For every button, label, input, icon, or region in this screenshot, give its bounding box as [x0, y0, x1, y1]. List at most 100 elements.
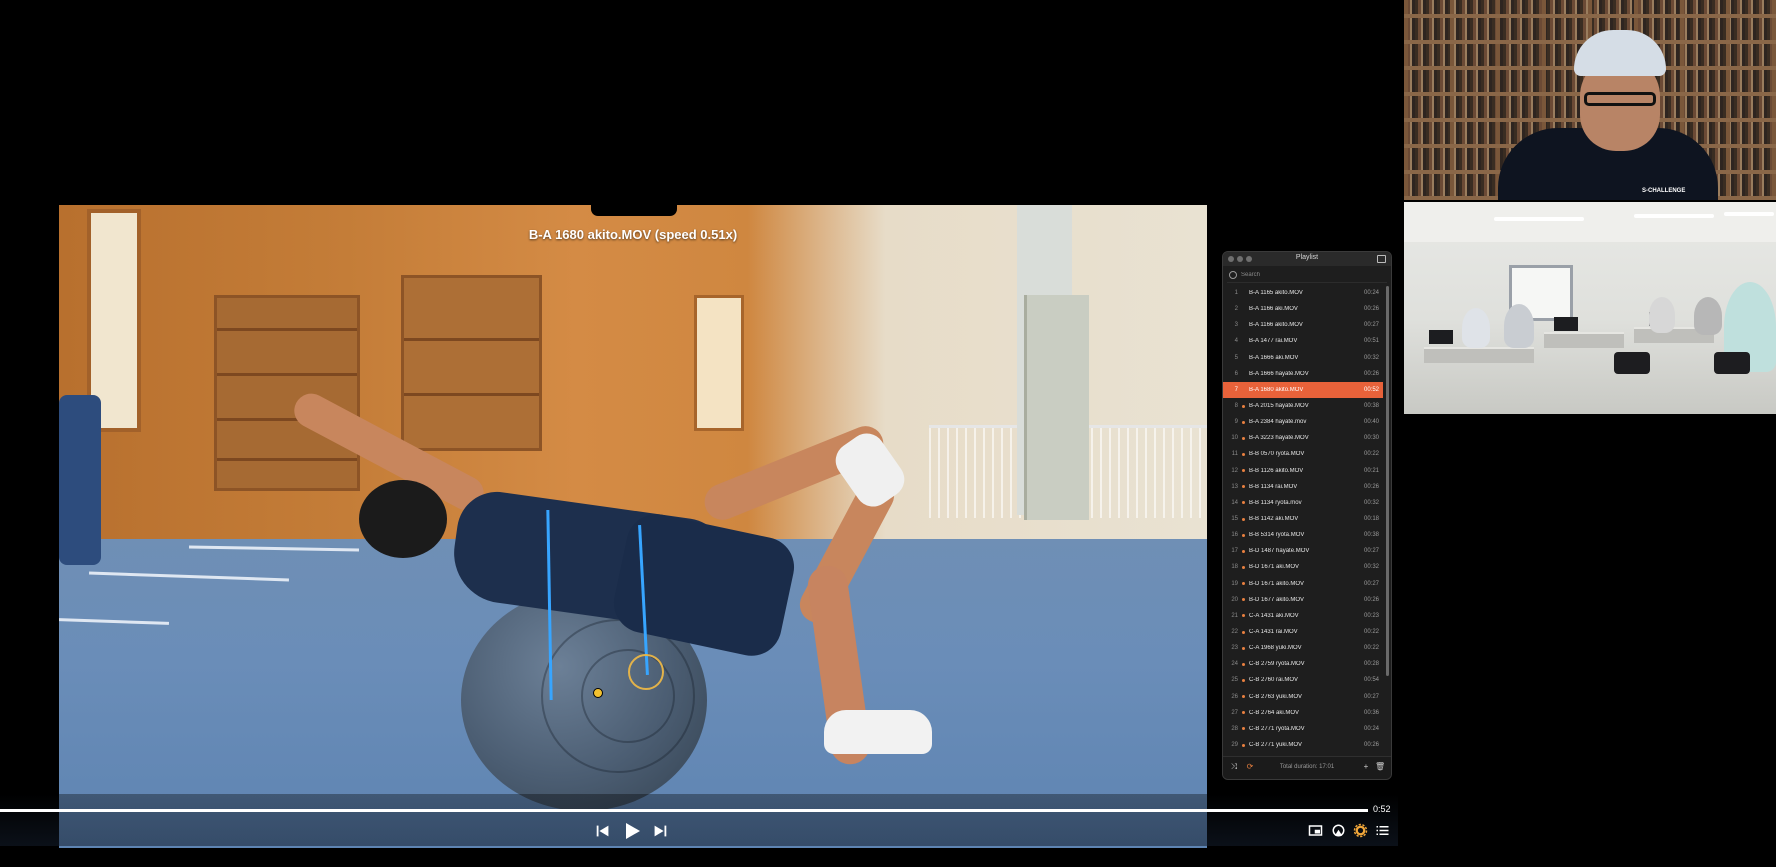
classroom-chair	[1714, 352, 1750, 374]
playlist-item-number: 13	[1231, 483, 1238, 490]
playlist-item-name: C-A 1431 aki.MOV	[1249, 612, 1299, 619]
playlist-item-number: 17	[1231, 548, 1238, 555]
playlist-item-name: B-A 3223 hayate.MOV	[1249, 435, 1309, 442]
playlist-item-duration: 00:30	[1363, 435, 1379, 442]
classroom-monitor	[1554, 317, 1578, 331]
unplayed-dot-icon	[1242, 517, 1245, 521]
play-icon[interactable]	[622, 821, 642, 841]
playlist-item[interactable]: 28 C-B 2771 ryota.MOV 00:24	[1223, 721, 1383, 737]
video-pillar-pad	[1024, 295, 1089, 520]
playlist-item-number: 16	[1231, 532, 1238, 539]
search-icon	[1229, 271, 1237, 279]
playlist-window: Playlist 1 B-A 1165 akito.MOV 00:24 2 B-A 11…	[1222, 251, 1392, 780]
picture-in-picture-icon[interactable]	[1308, 823, 1323, 838]
playlist-item[interactable]: 7 B-A 1680 akito.MOV 00:52	[1223, 381, 1383, 398]
playlist-item[interactable]: 11 B-B 0570 ryota.MOV 00:22	[1223, 446, 1383, 462]
playlist-item[interactable]: 3 B-A 1166 akito.MOV 00:27	[1223, 317, 1383, 333]
playlist-item[interactable]: 22 C-A 1431 rai.MOV 00:22	[1223, 624, 1383, 640]
unplayed-dot-icon	[1242, 565, 1245, 569]
playlist-item[interactable]: 29 C-B 2771 yuki.MOV 00:26	[1223, 737, 1383, 748]
playlist-item[interactable]: 19 B-D 1671 akito.MOV 00:27	[1223, 576, 1383, 592]
unplayed-dot-icon	[1242, 727, 1245, 731]
playlist-item-name: B-A 1680 akito.MOV	[1249, 386, 1304, 393]
trash-icon[interactable]: 🗑	[1375, 762, 1385, 772]
athlete-head	[359, 480, 447, 558]
gear-icon[interactable]	[1353, 823, 1368, 838]
progress-bar[interactable]	[0, 809, 1368, 812]
unplayed-dot-icon	[1242, 662, 1245, 666]
playlist-item-duration: 00:51	[1363, 338, 1379, 345]
video-frame[interactable]: B-A 1680 akito.MOV (speed 0.51x)	[59, 205, 1207, 848]
playlist-item-name: B-B 1126 akito.MOV	[1249, 467, 1304, 474]
playlist-item[interactable]: 26 C-B 2763 yuki.MOV 00:27	[1223, 689, 1383, 705]
playlist-item[interactable]: 18 B-D 1671 aki.MOV 00:32	[1223, 559, 1383, 575]
playlist-item[interactable]: 21 C-A 1431 aki.MOV 00:23	[1223, 608, 1383, 624]
playlist-item-duration: 00:21	[1363, 467, 1379, 474]
playlist-titlebar[interactable]: Playlist	[1223, 252, 1391, 266]
playlist-item[interactable]: 27 C-B 2764 aki.MOV 00:36	[1223, 705, 1383, 721]
playlist-item-duration: 00:26	[1363, 483, 1379, 490]
playlist-item-number: 27	[1231, 709, 1238, 716]
playlist-item-number: 14	[1231, 499, 1238, 506]
playlist-item-duration: 00:18	[1363, 516, 1379, 523]
unplayed-dot-icon	[1242, 582, 1245, 586]
playlist-item-number: 29	[1231, 742, 1238, 748]
classroom-desk	[1424, 347, 1534, 363]
playlist-item-number: 25	[1231, 677, 1238, 684]
playlist-item-name: C-A 1431 rai.MOV	[1249, 629, 1298, 636]
playlist-item[interactable]: 23 C-A 1968 yuki.MOV 00:22	[1223, 640, 1383, 656]
window-icon[interactable]	[1377, 255, 1386, 263]
student	[1694, 297, 1722, 335]
playlist-item-duration: 00:27	[1363, 580, 1379, 587]
camera-notch	[591, 205, 677, 216]
playlist-item[interactable]: 8 B-A 2015 hayate.MOV 00:38	[1223, 398, 1383, 414]
tracking-marker[interactable]	[628, 654, 664, 690]
playlist-item-duration: 00:27	[1363, 322, 1379, 329]
shirt-logo: S-CHALLENGE	[1642, 188, 1686, 194]
playlist-item[interactable]: 5 B-A 1666 aki.MOV 00:32	[1223, 350, 1383, 366]
skip-forward-icon[interactable]	[651, 822, 669, 840]
playlist-item[interactable]: 20 B-D 1677 akito.MOV 00:26	[1223, 592, 1383, 608]
playlist-item-duration: 00:22	[1363, 645, 1379, 652]
playlist-item-name: C-B 2760 rai.MOV	[1249, 677, 1299, 684]
tracking-point[interactable]	[593, 688, 603, 698]
list-icon[interactable]	[1375, 823, 1390, 838]
playlist-item-number: 3	[1234, 322, 1238, 329]
playlist-scrollbar[interactable]	[1386, 286, 1389, 676]
playlist-item-number: 10	[1231, 435, 1238, 442]
playlist-footer: ⤨ ⟳ Total duration: 17:01 + 🗑	[1223, 756, 1391, 779]
airplay-icon[interactable]	[1331, 823, 1346, 838]
playlist-item-number: 24	[1231, 661, 1238, 668]
playlist-item-duration: 00:27	[1363, 548, 1379, 555]
playlist-item[interactable]: 14 B-B 1134 ryota.mov 00:32	[1223, 495, 1383, 511]
playlist-item[interactable]: 13 B-B 1134 rai.MOV 00:26	[1223, 479, 1383, 495]
playlist-item-name: C-B 2764 aki.MOV	[1249, 709, 1300, 716]
playlist-item[interactable]: 16 B-B 5314 ryota.MOV 00:38	[1223, 527, 1383, 543]
playlist-item[interactable]: 1 B-A 1165 akito.MOV 00:24	[1223, 285, 1383, 301]
time-label: 0:52	[1373, 804, 1391, 814]
playlist-item-number: 23	[1231, 645, 1238, 652]
playlist-item[interactable]: 12 B-B 1126 akito.MOV 00:21	[1223, 463, 1383, 479]
playlist-search	[1227, 268, 1387, 283]
playlist-item[interactable]: 9 B-A 2384 hayate.mov 00:40	[1223, 414, 1383, 430]
unplayed-dot-icon	[1242, 598, 1245, 602]
playlist-item[interactable]: 24 C-B 2759 ryota.MOV 00:28	[1223, 656, 1383, 672]
playlist-item-name: B-B 1134 ryota.mov	[1249, 499, 1302, 506]
playlist-item[interactable]: 4 B-A 1477 rai.MOV 00:51	[1223, 333, 1383, 349]
playlist-item-name: B-D 1677 akito.MOV	[1249, 596, 1305, 603]
student	[1462, 308, 1490, 348]
playlist-item-duration: 00:28	[1363, 661, 1379, 668]
search-input[interactable]	[1241, 269, 1381, 280]
playlist-item[interactable]: 6 B-A 1666 hayate.MOV 00:26	[1223, 366, 1383, 382]
playlist-item-duration: 00:27	[1363, 693, 1379, 700]
playlist-item[interactable]: 10 B-A 3223 hayate.MOV 00:30	[1223, 430, 1383, 446]
playlist-item[interactable]: 2 B-A 1166 aki.MOV 00:26	[1223, 301, 1383, 317]
playlist-item[interactable]: 15 B-B 1142 aki.MOV 00:18	[1223, 511, 1383, 527]
plus-icon[interactable]: +	[1361, 762, 1371, 772]
playlist-item-number: 15	[1231, 516, 1238, 523]
skip-back-icon[interactable]	[594, 822, 612, 840]
playlist-item[interactable]: 17 B-D 1487 hayate.MOV 00:27	[1223, 543, 1383, 559]
playlist-items: 1 B-A 1165 akito.MOV 00:24 2 B-A 1166 aki.MO…	[1223, 285, 1383, 748]
playlist-item[interactable]: 25 C-B 2760 rai.MOV 00:54	[1223, 672, 1383, 688]
playlist-item-number: 18	[1231, 564, 1238, 571]
